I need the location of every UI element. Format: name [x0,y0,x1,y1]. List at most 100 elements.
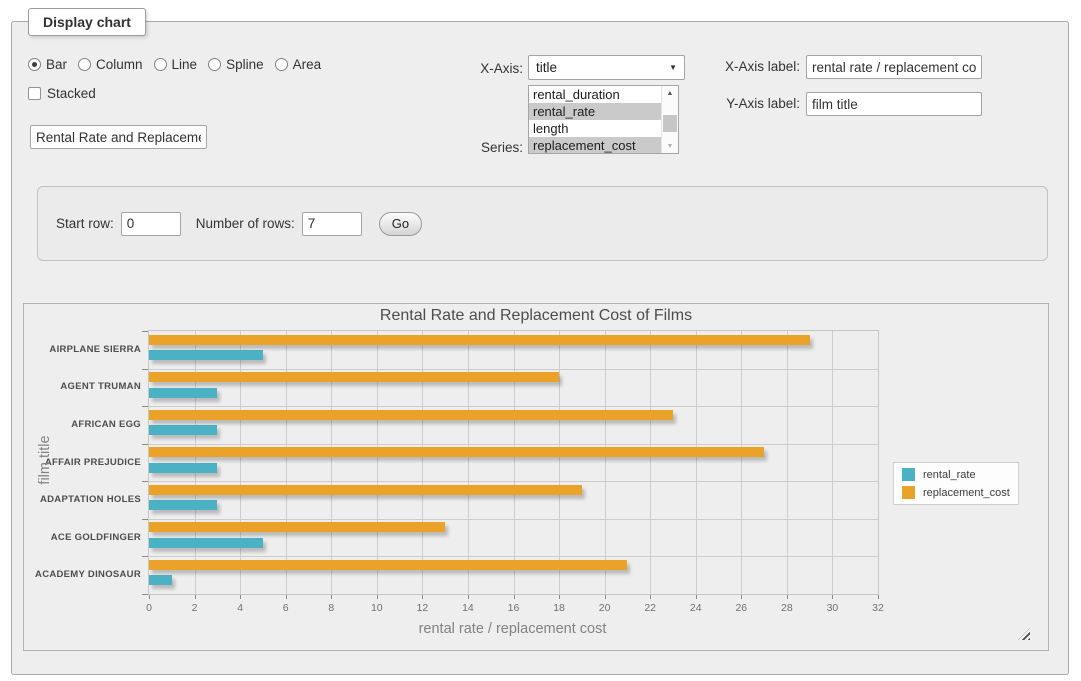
gridline [468,331,469,594]
gridline [286,331,287,594]
scrollbar-thumb[interactable] [663,115,677,132]
bar-rental_rate [149,463,217,473]
chart-type-option-label: Area [293,57,322,72]
chart-type-option-bar[interactable]: Bar [28,57,67,72]
category-label: ACADEMY DINOSAUR [27,569,141,580]
stacked-checkbox[interactable]: Stacked [28,86,96,101]
bar-rental_rate [149,425,217,435]
gridline [149,556,878,557]
series-option-replacement_cost[interactable]: replacement_cost [529,137,661,154]
x-tick-label: 14 [455,602,481,614]
bar-replacement_cost [149,522,445,532]
y-tick-mark [142,406,148,407]
chart-type-option-line[interactable]: Line [154,57,198,72]
gridline [377,331,378,594]
bar-rental_rate [149,388,217,398]
start-row-label: Start row: [56,216,114,231]
go-button[interactable]: Go [379,212,422,236]
x-tick-label: 6 [273,602,299,614]
x-tick-label: 8 [318,602,344,614]
display-chart-panel: Display chart BarColumnLineSplineArea St… [11,21,1069,675]
chart-type-option-label: Spline [226,57,264,72]
series-option-rental_duration[interactable]: rental_duration [529,86,661,103]
x-tick-label: 24 [683,602,709,614]
x-tick-label: 28 [774,602,800,614]
y-tick-mark [142,556,148,557]
chart-type-option-label: Column [96,57,143,72]
x-tick-label: 2 [182,602,208,614]
gridline [149,369,878,370]
legend-item: rental_rate [902,468,1010,481]
x-tick-mark [422,595,423,599]
x-tick-mark [149,595,150,599]
radio-icon [208,58,221,71]
chart-type-option-label: Line [172,57,198,72]
panel-title: Display chart [28,8,146,36]
series-option-length[interactable]: length [529,120,661,137]
x-tick-mark [195,595,196,599]
x-tick-mark [514,595,515,599]
x-tick-mark [878,595,879,599]
chart-title-input[interactable] [30,125,207,149]
x-tick-mark [468,595,469,599]
gridline [149,519,878,520]
radio-icon [275,58,288,71]
chart-type-option-spline[interactable]: Spline [208,57,264,72]
gridline [514,331,515,594]
x-tick-label: 32 [865,602,891,614]
chart-type-option-label: Bar [46,57,67,72]
x-tick-label: 16 [501,602,527,614]
bar-rental_rate [149,350,263,360]
gridline [605,331,606,594]
x-tick-label: 26 [728,602,754,614]
y-tick-mark [142,444,148,445]
bar-rental_rate [149,500,217,510]
x-tick-mark [741,595,742,599]
x-tick-label: 12 [409,602,435,614]
x-tick-mark [286,595,287,599]
series-listbox[interactable]: rental_durationrental_ratelengthreplacem… [528,85,679,154]
x-tick-mark [377,595,378,599]
bar-replacement_cost [149,485,582,495]
x-tick-label: 20 [592,602,618,614]
app-screen: Display chart Bar Column Line Spline Area St… [0,0,1081,681]
legend-label: rental_rate [923,469,976,481]
chart-type-option-area[interactable]: Area [275,57,322,72]
gridline [422,331,423,594]
legend-swatch-icon [902,486,915,499]
x-tick-mark [331,595,332,599]
plot-area: 02468101214161820222426283032AIRPLANE SI… [148,330,879,595]
y-tick-mark [142,481,148,482]
x-tick-mark [832,595,833,599]
category-label: ACE GOLDFINGER [27,532,141,543]
x-tick-mark [787,595,788,599]
radio-icon [28,58,41,71]
x-tick-mark [605,595,606,599]
gridline [832,331,833,594]
bar-replacement_cost [149,410,673,420]
gridline [331,331,332,594]
resize-handle-icon[interactable] [1018,628,1030,640]
y-axis-label-input[interactable] [806,92,982,116]
start-row-input[interactable] [121,212,181,236]
chart-type-option-column[interactable]: Column [78,57,143,72]
series-option-rental_rate[interactable]: rental_rate [529,103,661,120]
checkbox-icon [28,87,41,100]
number-of-rows-input[interactable] [302,212,362,236]
legend-label: replacement_cost [923,487,1010,499]
x-tick-mark [650,595,651,599]
chart-title: Rental Rate and Replacement Cost of Film… [24,307,1048,325]
x-axis-label-input[interactable] [806,55,982,79]
x-axis-title: rental rate / replacement cost [148,621,877,637]
y-tick-mark [142,519,148,520]
legend-item: replacement_cost [902,486,1010,499]
x-tick-label: 30 [819,602,845,614]
category-label: AGENT TRUMAN [27,381,141,392]
y-tick-mark [142,369,148,370]
gridline [149,481,878,482]
x-axis-select[interactable]: title ▼ [528,55,685,80]
scroll-down-icon[interactable]: ▼ [662,139,678,153]
bar-rental_rate [149,575,172,585]
gridline [240,331,241,594]
chart-type-group: Bar Column Line Spline Area [28,55,321,73]
